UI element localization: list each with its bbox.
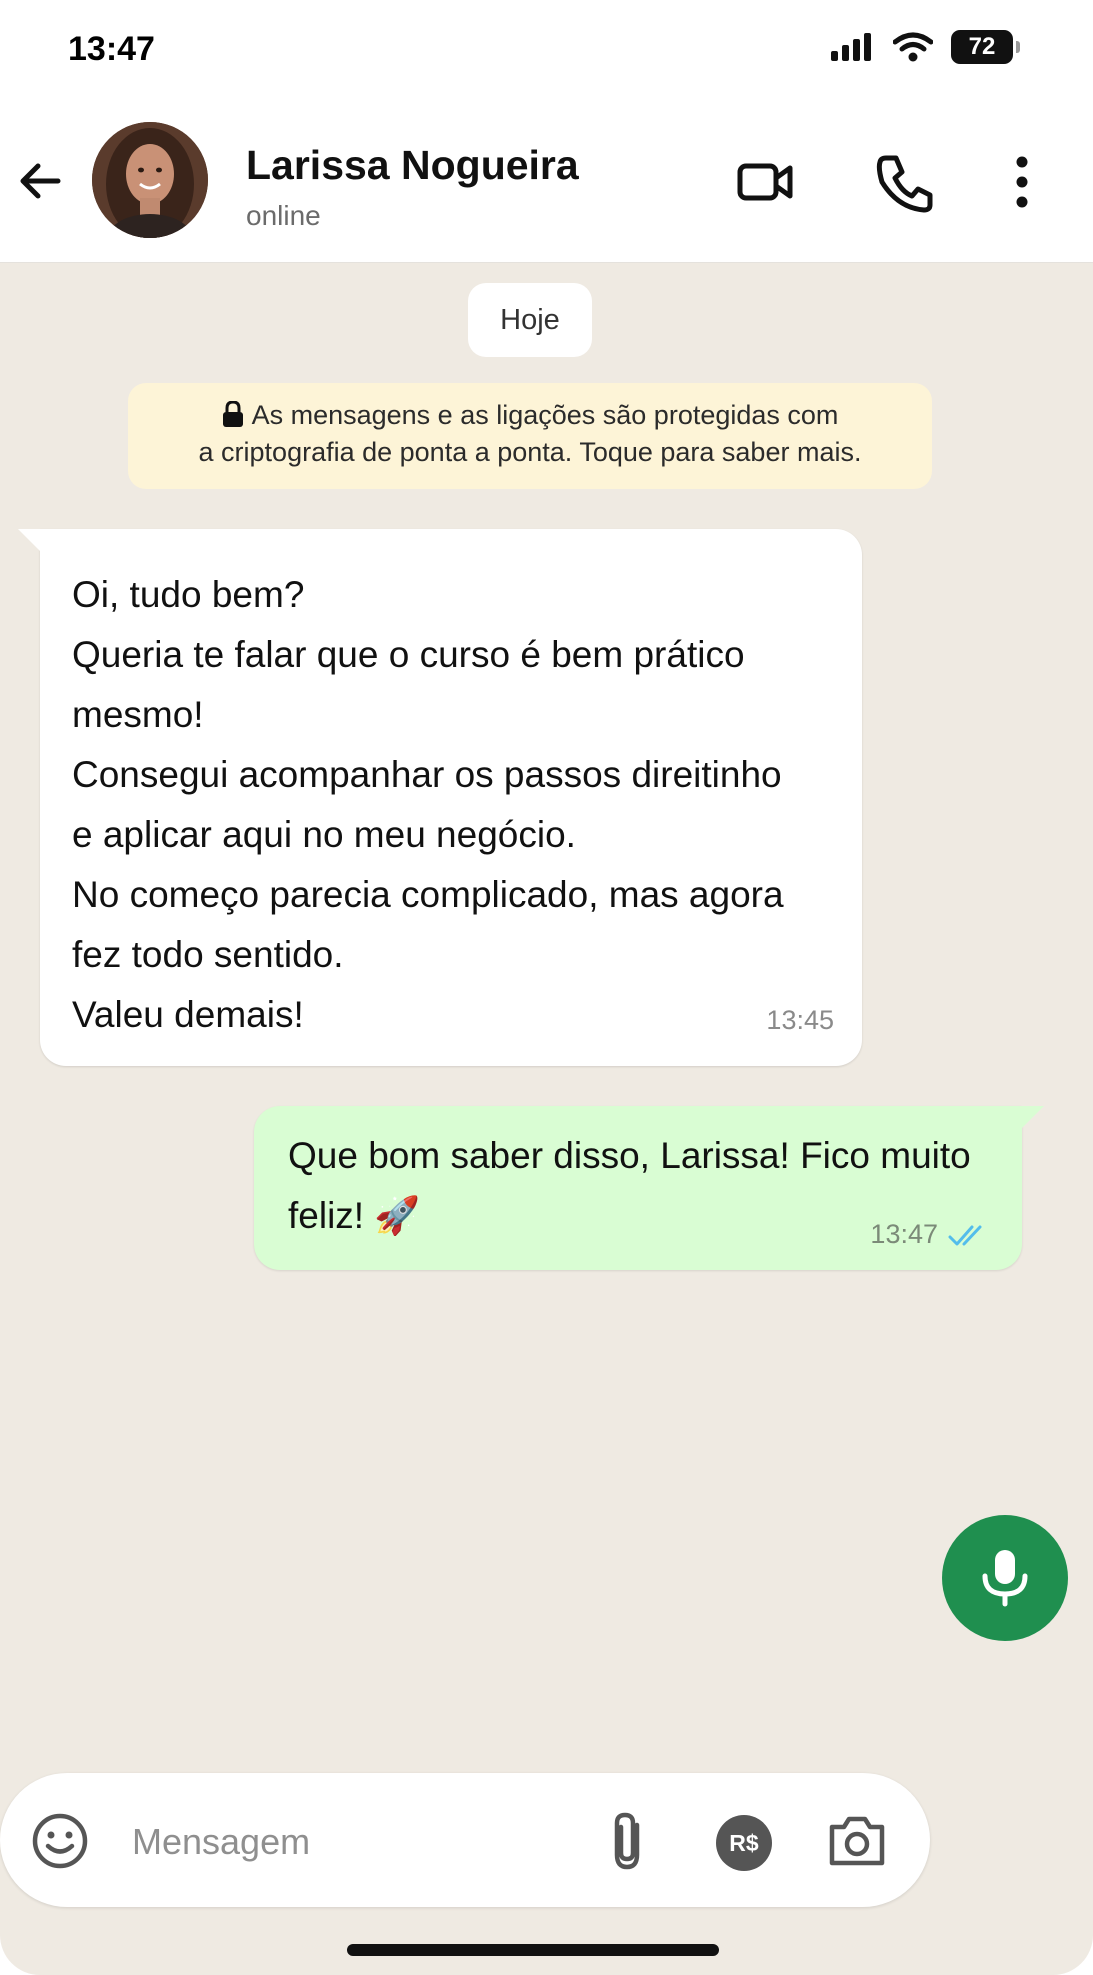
phone-screen: 13:47 72 Larissa Nogueira online Hoje As… [0, 0, 1093, 1975]
message-time: 13:47 [870, 1219, 938, 1249]
wifi-icon [893, 32, 933, 62]
bubble-tail [1020, 1106, 1044, 1130]
status-time: 13:47 [68, 30, 155, 68]
incoming-message-text: Oi, tudo bem? Queria te falar que o curs… [72, 574, 784, 1035]
chat-header: Larissa Nogueira online [0, 100, 1093, 263]
contact-status: online [246, 200, 321, 231]
encryption-banner[interactable]: As mensagens e as ligações são protegida… [128, 383, 932, 489]
battery-level: 72 [968, 33, 996, 60]
emoji-icon[interactable] [30, 1811, 90, 1871]
encryption-line-1: As mensagens e as ligações são protegida… [128, 397, 932, 434]
microphone-button[interactable] [942, 1515, 1068, 1641]
payment-label: R$ [729, 1829, 759, 1856]
outgoing-text-line-1: Que bom saber disso, Larissa! Fico muito [288, 1135, 971, 1176]
lock-icon [222, 401, 243, 427]
outgoing-message-bubble[interactable]: Que bom saber disso, Larissa! Fico muito… [254, 1106, 1044, 1270]
bubble-tail [18, 529, 42, 553]
message-composer: R$ [0, 1773, 930, 1907]
date-chip: Hoje [468, 283, 592, 357]
battery-icon: 72 [951, 30, 1020, 64]
incoming-message-bubble[interactable]: Oi, tudo bem? Queria te falar que o curs… [18, 529, 862, 1066]
payment-button[interactable]: R$ [714, 1813, 774, 1873]
back-arrow-icon[interactable] [14, 154, 68, 208]
avatar[interactable] [92, 122, 208, 238]
encryption-text-2: a criptografia de ponta a ponta. Toque p… [198, 437, 862, 467]
status-bar: 13:47 72 [0, 0, 1093, 100]
signal-icon [831, 33, 871, 61]
status-icons: 72 [831, 30, 1020, 64]
video-call-icon[interactable] [734, 150, 798, 214]
phone-icon[interactable] [872, 150, 936, 214]
more-vertical-icon[interactable] [990, 150, 1054, 214]
message-input[interactable] [130, 1813, 574, 1871]
contact-name[interactable]: Larissa Nogueira [246, 142, 579, 189]
encryption-text-1: As mensagens e as ligações são protegida… [251, 400, 839, 430]
home-indicator[interactable] [347, 1944, 719, 1956]
camera-icon[interactable] [826, 1811, 888, 1869]
double-check-icon [948, 1225, 982, 1246]
microphone-icon [982, 1550, 1028, 1607]
message-time: 13:45 [766, 1005, 834, 1035]
battery-tip [1016, 41, 1020, 53]
chat-area[interactable]: Hoje As mensagens e as ligações são prot… [0, 263, 1093, 1975]
paperclip-icon[interactable] [605, 1809, 653, 1873]
avatar-image [92, 122, 208, 238]
